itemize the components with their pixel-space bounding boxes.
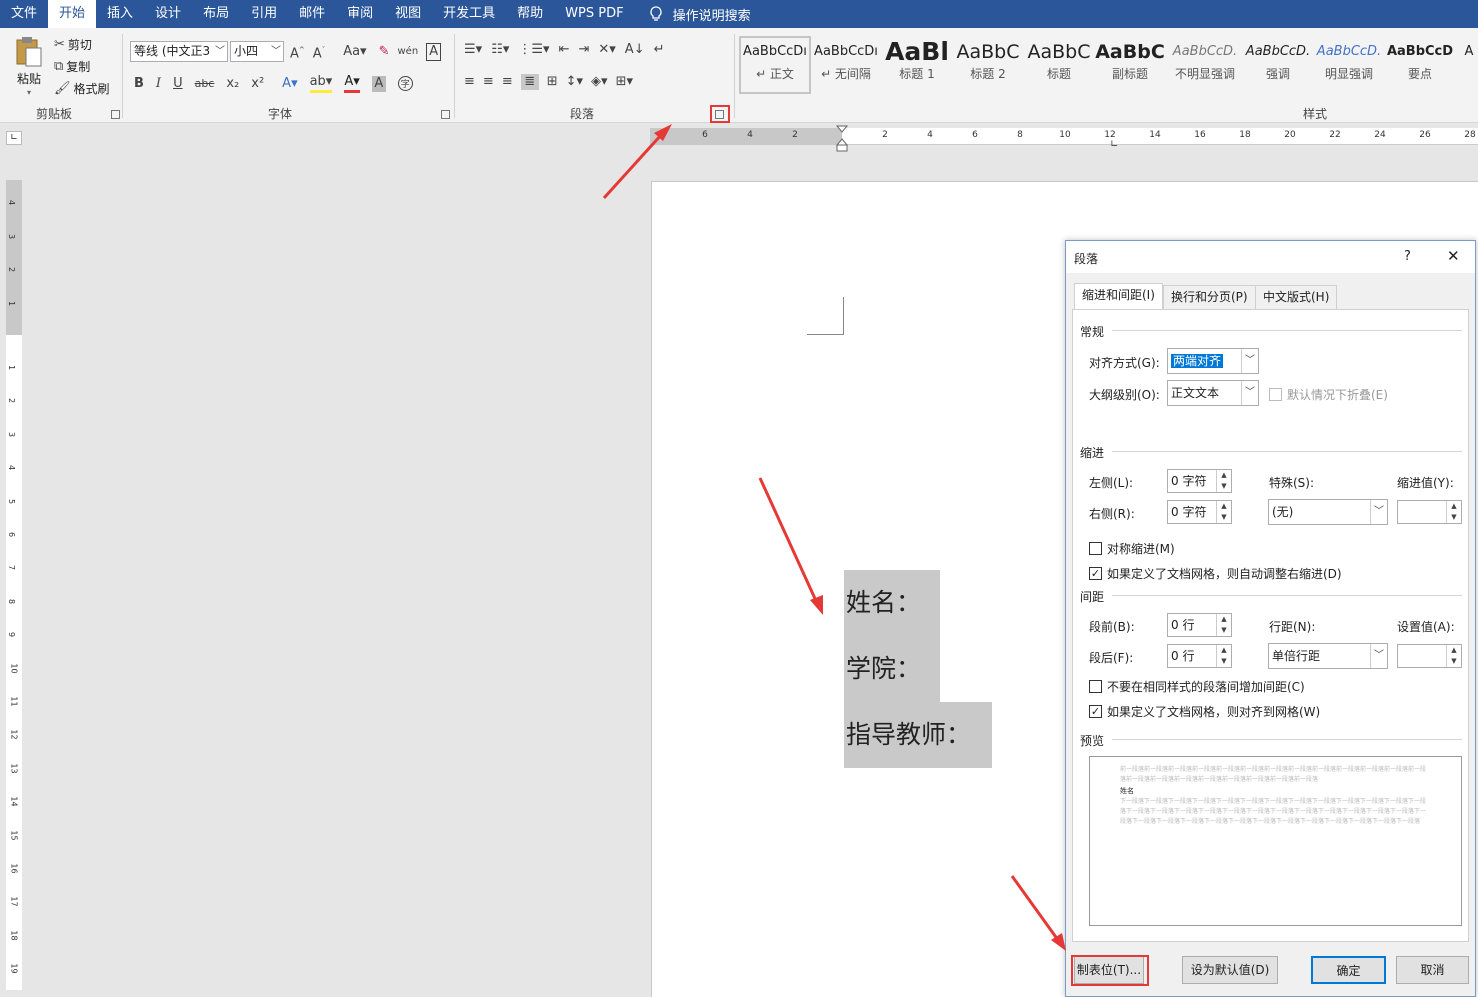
arrow-to-paragraph-launcher [602,124,672,200]
annotation-arrows [602,124,1066,951]
arrow-to-tabs-button [1010,875,1066,951]
arrow-to-selected-text [758,477,823,615]
